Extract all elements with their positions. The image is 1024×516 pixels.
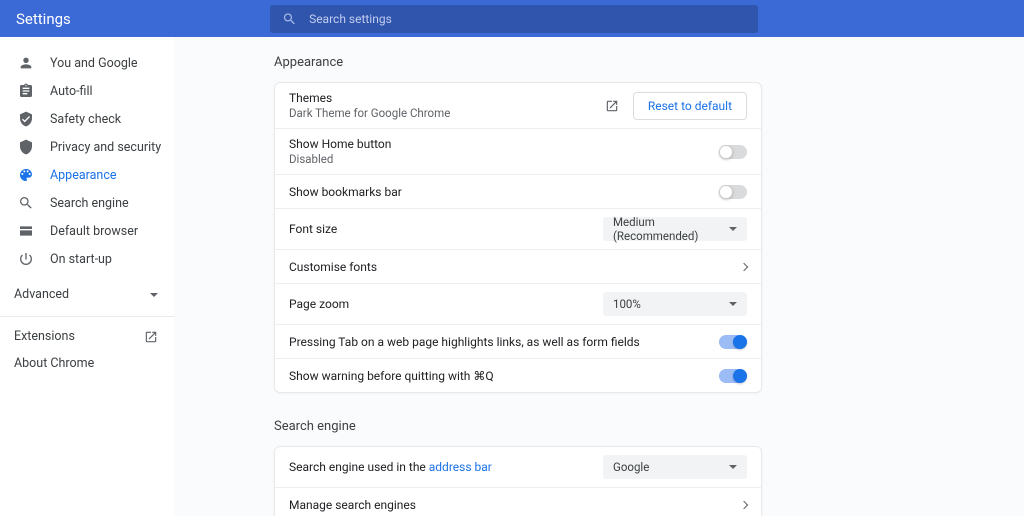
- chevron-down-icon: [729, 465, 737, 469]
- search-icon: [282, 11, 297, 27]
- sidebar-item-autofill[interactable]: Auto-fill: [0, 77, 174, 105]
- sidebar-item-startup[interactable]: On start-up: [0, 245, 174, 273]
- sidebar-item-label: Safety check: [50, 112, 121, 127]
- row-tab-highlight: Pressing Tab on a web page highlights li…: [275, 324, 761, 358]
- palette-icon: [18, 167, 34, 183]
- zoom-value: 100%: [613, 297, 641, 311]
- tab-highlight-label: Pressing Tab on a web page highlights li…: [289, 335, 719, 349]
- open-in-new-icon[interactable]: [605, 99, 619, 113]
- home-label: Show Home button: [289, 137, 719, 151]
- assignment-icon: [18, 83, 34, 99]
- person-icon: [18, 55, 34, 71]
- verified-icon: [18, 111, 34, 127]
- chevron-down-icon: [729, 227, 737, 231]
- page-zoom-select[interactable]: 100%: [603, 292, 747, 316]
- sidebar-item-label: Search engine: [50, 196, 129, 211]
- manage-search-label: Manage search engines: [289, 498, 741, 512]
- search-used-label: Search engine used in the address bar: [289, 460, 603, 474]
- power-icon: [18, 251, 34, 267]
- sidebar-item-label: Privacy and security: [50, 140, 161, 155]
- toggle-quit-warning[interactable]: [719, 369, 747, 383]
- sidebar: You and Google Auto-fill Safety check Pr…: [0, 37, 174, 516]
- search-engine-card: Search engine used in the address bar Go…: [274, 446, 762, 516]
- search-engine-value: Google: [613, 460, 649, 474]
- shield-icon: [18, 139, 34, 155]
- sidebar-item-search-engine[interactable]: Search engine: [0, 189, 174, 217]
- section-title-search: Search engine: [274, 419, 1024, 434]
- themes-label: Themes: [289, 91, 605, 105]
- extensions-label: Extensions: [14, 329, 75, 344]
- sidebar-item-safety-check[interactable]: Safety check: [0, 105, 174, 133]
- toggle-tab-highlight[interactable]: [719, 335, 747, 349]
- appearance-card: Themes Dark Theme for Google Chrome Rese…: [274, 82, 762, 393]
- section-title-appearance: Appearance: [274, 55, 1024, 70]
- row-search-used: Search engine used in the address bar Go…: [275, 447, 761, 487]
- advanced-toggle[interactable]: Advanced: [0, 279, 174, 310]
- sidebar-item-label: On start-up: [50, 252, 112, 267]
- row-quit-warning: Show warning before quitting with ⌘Q: [275, 358, 761, 392]
- row-font-size: Font size Medium (Recommended): [275, 208, 761, 249]
- chevron-down-icon: [729, 302, 737, 306]
- row-page-zoom: Page zoom 100%: [275, 283, 761, 324]
- search-icon: [18, 195, 34, 211]
- home-sub: Disabled: [289, 152, 719, 166]
- sidebar-item-label: Default browser: [50, 224, 138, 239]
- row-home-button: Show Home button Disabled: [275, 128, 761, 174]
- row-bookmarks-bar: Show bookmarks bar: [275, 174, 761, 208]
- content-area: Appearance Themes Dark Theme for Google …: [174, 37, 1024, 516]
- sidebar-item-default-browser[interactable]: Default browser: [0, 217, 174, 245]
- chevron-right-icon: [740, 262, 748, 270]
- browser-icon: [18, 223, 34, 239]
- quit-warning-label: Show warning before quitting with ⌘Q: [289, 369, 719, 383]
- themes-sub: Dark Theme for Google Chrome: [289, 106, 605, 120]
- row-customise-fonts[interactable]: Customise fonts: [275, 249, 761, 283]
- address-bar-link[interactable]: address bar: [429, 460, 492, 474]
- sidebar-item-privacy[interactable]: Privacy and security: [0, 133, 174, 161]
- sidebar-item-label: Auto-fill: [50, 84, 93, 99]
- page-title: Settings: [16, 10, 270, 28]
- zoom-label: Page zoom: [289, 297, 603, 311]
- toggle-bookmarks-bar[interactable]: [719, 185, 747, 199]
- font-size-select[interactable]: Medium (Recommended): [603, 217, 747, 241]
- sidebar-item-about[interactable]: About Chrome: [0, 350, 174, 377]
- search-input[interactable]: [309, 12, 746, 26]
- toggle-home-button[interactable]: [719, 145, 747, 159]
- reset-to-default-button[interactable]: Reset to default: [633, 92, 747, 120]
- sidebar-item-label: Appearance: [50, 168, 117, 183]
- search-engine-select[interactable]: Google: [603, 455, 747, 479]
- open-in-new-icon: [144, 330, 158, 344]
- bookmarks-label: Show bookmarks bar: [289, 185, 719, 199]
- chevron-right-icon: [740, 500, 748, 508]
- advanced-label: Advanced: [14, 287, 69, 302]
- customise-fonts-label: Customise fonts: [289, 260, 741, 274]
- row-themes[interactable]: Themes Dark Theme for Google Chrome Rese…: [275, 83, 761, 128]
- about-label: About Chrome: [14, 356, 94, 371]
- header: Settings: [0, 0, 1024, 37]
- font-size-value: Medium (Recommended): [613, 215, 729, 243]
- sidebar-item-label: You and Google: [50, 56, 138, 71]
- font-size-label: Font size: [289, 222, 603, 236]
- divider: [0, 316, 174, 317]
- sidebar-item-you-and-google[interactable]: You and Google: [0, 49, 174, 77]
- sidebar-item-extensions[interactable]: Extensions: [0, 323, 174, 350]
- row-manage-search[interactable]: Manage search engines: [275, 487, 761, 516]
- chevron-down-icon: [150, 293, 158, 297]
- search-container[interactable]: [270, 5, 758, 33]
- sidebar-item-appearance[interactable]: Appearance: [0, 161, 174, 189]
